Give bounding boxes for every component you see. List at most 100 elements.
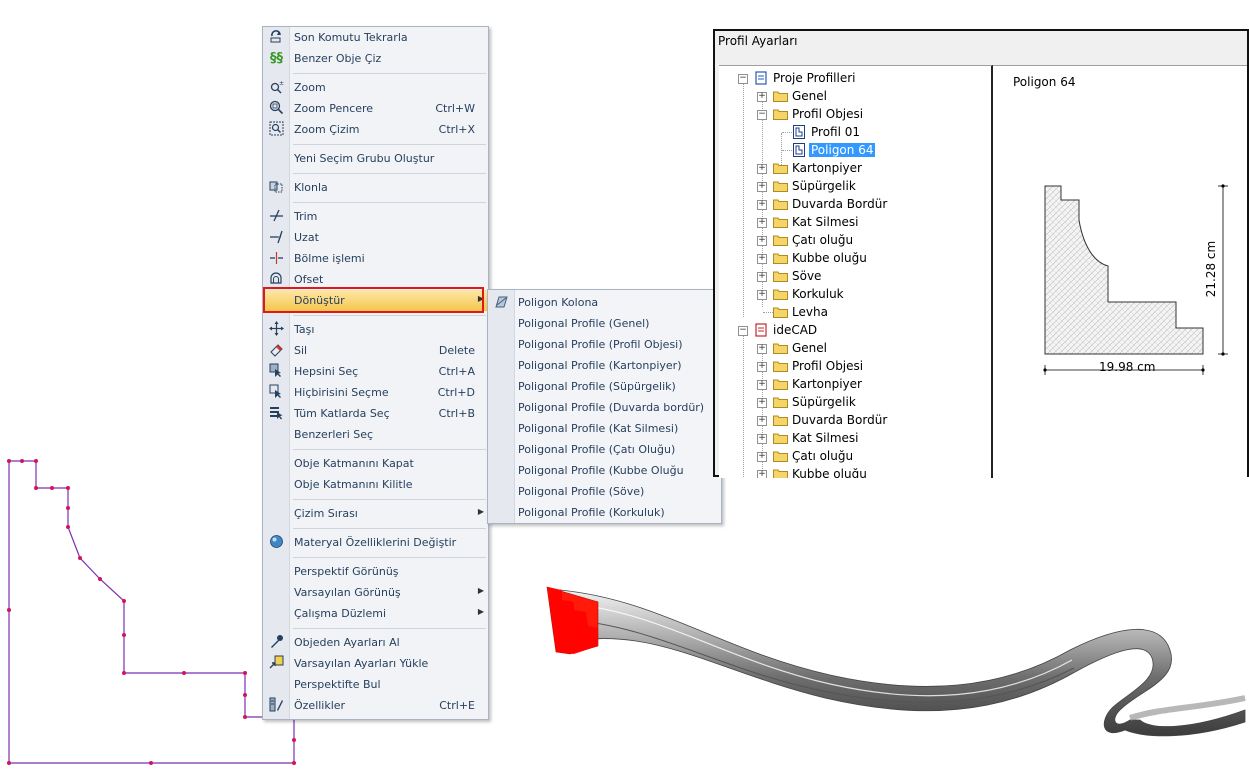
tree-node-folder[interactable]: − Profil Objesi bbox=[719, 106, 989, 124]
expand-icon[interactable]: + bbox=[757, 92, 767, 102]
menu-item-perspective-view[interactable]: Perspektif Görünüş bbox=[263, 561, 488, 582]
clone-icon bbox=[268, 179, 285, 196]
tree-node-label: Kartonpiyer bbox=[792, 377, 862, 391]
menu-item-label: Son Komutu Tekrarla bbox=[294, 31, 408, 44]
window-title: Profil Ayarları bbox=[718, 34, 798, 48]
tree-node-folder[interactable]: + Genel bbox=[719, 88, 989, 106]
menu-item-draw-order[interactable]: Çizim Sırası ▶ bbox=[263, 503, 488, 524]
menu-item-work-plane[interactable]: Çalışma Düzlemi ▶ bbox=[263, 603, 488, 624]
menu-separator bbox=[293, 202, 486, 203]
folder-icon bbox=[773, 379, 788, 390]
tree-node-folder[interactable]: + Kartonpiyer bbox=[719, 160, 989, 178]
tree-node-folder[interactable]: + Çatı oluğu bbox=[719, 448, 989, 466]
expand-icon[interactable]: + bbox=[757, 200, 767, 210]
expand-icon[interactable]: + bbox=[757, 236, 767, 246]
menu-item-lock-object-layer[interactable]: Obje Katmanını Kilitle bbox=[263, 474, 488, 495]
tree-node-folder[interactable]: + Duvarda Bordür bbox=[719, 412, 989, 430]
menu-item-deselect[interactable]: Hiçbirisini Seçme Ctrl+D bbox=[263, 382, 488, 403]
menu-item-zoom[interactable]: ± Zoom bbox=[263, 77, 488, 98]
menu-item-change-material[interactable]: Materyal Özelliklerini Değiştir bbox=[263, 532, 488, 553]
tree-node-label: Korkuluk bbox=[792, 287, 844, 301]
expand-icon[interactable]: + bbox=[757, 362, 767, 372]
menu-item-clone[interactable]: Klonla bbox=[263, 177, 488, 198]
menu-item-select-all[interactable]: Hepsini Seç Ctrl+A bbox=[263, 361, 488, 382]
submenu-item-label: Poligonal Profile (Süpürgelik) bbox=[518, 380, 676, 393]
tree-node-label: Kat Silmesi bbox=[792, 431, 859, 445]
menu-item-zoom-window[interactable]: Zoom Pencere Ctrl+W bbox=[263, 98, 488, 119]
submenu-item-profile-skirting[interactable]: Poligonal Profile (Süpürgelik) bbox=[488, 376, 721, 397]
collapse-icon[interactable]: − bbox=[738, 74, 748, 84]
tree-node-idecad[interactable]: − ideCAD bbox=[719, 322, 989, 340]
tree-node-folder[interactable]: + Kat Silmesi bbox=[719, 430, 989, 448]
expand-icon[interactable]: + bbox=[757, 164, 767, 174]
submenu-item-profile-frame[interactable]: Poligonal Profile (Söve) bbox=[488, 481, 721, 502]
menu-item-new-selection-group[interactable]: Yeni Seçim Grubu Oluştur bbox=[263, 148, 488, 169]
expand-icon[interactable]: + bbox=[757, 344, 767, 354]
expand-icon[interactable]: + bbox=[757, 290, 767, 300]
tree-node-folder[interactable]: + Söve bbox=[719, 268, 989, 286]
expand-icon[interactable]: + bbox=[757, 470, 767, 478]
tree-node-folder[interactable]: Levha bbox=[719, 304, 989, 322]
tree-node-folder[interactable]: + Çatı oluğu bbox=[719, 232, 989, 250]
expand-icon[interactable]: + bbox=[757, 272, 767, 282]
submenu-item-profile-object[interactable]: Poligonal Profile (Profil Objesi) bbox=[488, 334, 721, 355]
submenu-item-profile-railing[interactable]: Poligonal Profile (Korkuluk) bbox=[488, 502, 721, 523]
menu-item-load-default-settings[interactable]: Varsayılan Ayarları Yükle bbox=[263, 653, 488, 674]
expand-icon[interactable]: + bbox=[757, 434, 767, 444]
menu-item-delete[interactable]: Sil Delete bbox=[263, 340, 488, 361]
collapse-icon[interactable]: − bbox=[757, 110, 767, 120]
tree-node-project-profiles[interactable]: − Proje Profilleri bbox=[719, 70, 989, 88]
expand-icon[interactable]: + bbox=[757, 380, 767, 390]
submenu-item-profile-general[interactable]: Poligonal Profile (Genel) bbox=[488, 313, 721, 334]
menu-item-default-view[interactable]: Varsayılan Görünüş ▶ bbox=[263, 582, 488, 603]
expand-icon[interactable]: + bbox=[757, 416, 767, 426]
expand-icon[interactable]: + bbox=[757, 254, 767, 264]
menu-item-extend[interactable]: Uzat bbox=[263, 227, 488, 248]
crown-molding-3d-render bbox=[546, 586, 1246, 737]
submenu-item-profile-dome-gutter[interactable]: Poligonal Profile (Kubbe Oluğu bbox=[488, 460, 721, 481]
collapse-icon[interactable]: − bbox=[738, 326, 748, 336]
expand-icon[interactable]: + bbox=[757, 218, 767, 228]
menu-item-draw-similar[interactable]: §§ Benzer Obje Çiz bbox=[263, 48, 488, 69]
menu-item-label: Tüm Katlarda Seç bbox=[294, 407, 390, 420]
folder-icon bbox=[773, 469, 788, 478]
tree-node-folder[interactable]: + Kubbe oluğu bbox=[719, 250, 989, 268]
menu-item-select-similar[interactable]: Benzerleri Seç bbox=[263, 424, 488, 445]
submenu-item-profile-roof-gutter[interactable]: Poligonal Profile (Çatı Oluğu) bbox=[488, 439, 721, 460]
tree-node-folder[interactable]: + Korkuluk bbox=[719, 286, 989, 304]
expand-icon[interactable]: + bbox=[757, 182, 767, 192]
tree-node-profile[interactable]: Profil 01 bbox=[719, 124, 989, 142]
submenu-item-profile-cornice[interactable]: Poligonal Profile (Kartonpiyer) bbox=[488, 355, 721, 376]
menu-item-shortcut: Ctrl+W bbox=[435, 102, 475, 115]
menu-item-hide-object-layer[interactable]: Obje Katmanını Kapat bbox=[263, 453, 488, 474]
menu-item-zoom-extents[interactable]: Zoom Çizim Ctrl+X bbox=[263, 119, 488, 140]
menu-item-repeat-last-command[interactable]: Son Komutu Tekrarla bbox=[263, 27, 488, 48]
tree-node-profile-selected[interactable]: Poligon 64 bbox=[719, 142, 989, 160]
load-defaults-icon bbox=[268, 655, 285, 672]
tree-node-label: Poligon 64 bbox=[809, 143, 876, 157]
menu-item-label: Zoom Çizim bbox=[294, 123, 360, 136]
menu-item-get-settings-from-object[interactable]: Objeden Ayarları Al bbox=[263, 632, 488, 653]
expand-icon[interactable]: + bbox=[757, 452, 767, 462]
submenu-item-polygon-column[interactable]: Poligon Kolona bbox=[488, 292, 721, 313]
tree-node-folder[interactable]: + Duvarda Bordür bbox=[719, 196, 989, 214]
menu-item-split[interactable]: Bölme işlemi bbox=[263, 248, 488, 269]
menu-item-select-all-floors[interactable]: Tüm Katlarda Seç Ctrl+B bbox=[263, 403, 488, 424]
tree-node-folder[interactable]: + Kat Silmesi bbox=[719, 214, 989, 232]
menu-item-move[interactable]: Taşı bbox=[263, 319, 488, 340]
tree-node-label: Levha bbox=[792, 305, 828, 319]
menu-item-properties[interactable]: Özellikler Ctrl+E bbox=[263, 695, 488, 716]
expand-icon[interactable]: + bbox=[757, 398, 767, 408]
tree-node-folder[interactable]: + Süpürgelik bbox=[719, 178, 989, 196]
menu-item-find-in-perspective[interactable]: Perspektifte Bul bbox=[263, 674, 488, 695]
submenu-item-label: Poligonal Profile (Kartonpiyer) bbox=[518, 359, 682, 372]
tree-node-folder[interactable]: + Genel bbox=[719, 340, 989, 358]
tree-node-folder[interactable]: + Kartonpiyer bbox=[719, 376, 989, 394]
tree-node-folder[interactable]: + Profil Objesi bbox=[719, 358, 989, 376]
menu-item-trim[interactable]: Trim bbox=[263, 206, 488, 227]
submenu-item-profile-floor-molding[interactable]: Poligonal Profile (Kat Silmesi) bbox=[488, 418, 721, 439]
menu-item-label: Zoom Pencere bbox=[294, 102, 374, 115]
tree-node-folder[interactable]: + Süpürgelik bbox=[719, 394, 989, 412]
submenu-item-profile-wall-border[interactable]: Poligonal Profile (Duvarda bordür) bbox=[488, 397, 721, 418]
tree-node-folder[interactable]: + Kubbe oluğu bbox=[719, 466, 989, 478]
